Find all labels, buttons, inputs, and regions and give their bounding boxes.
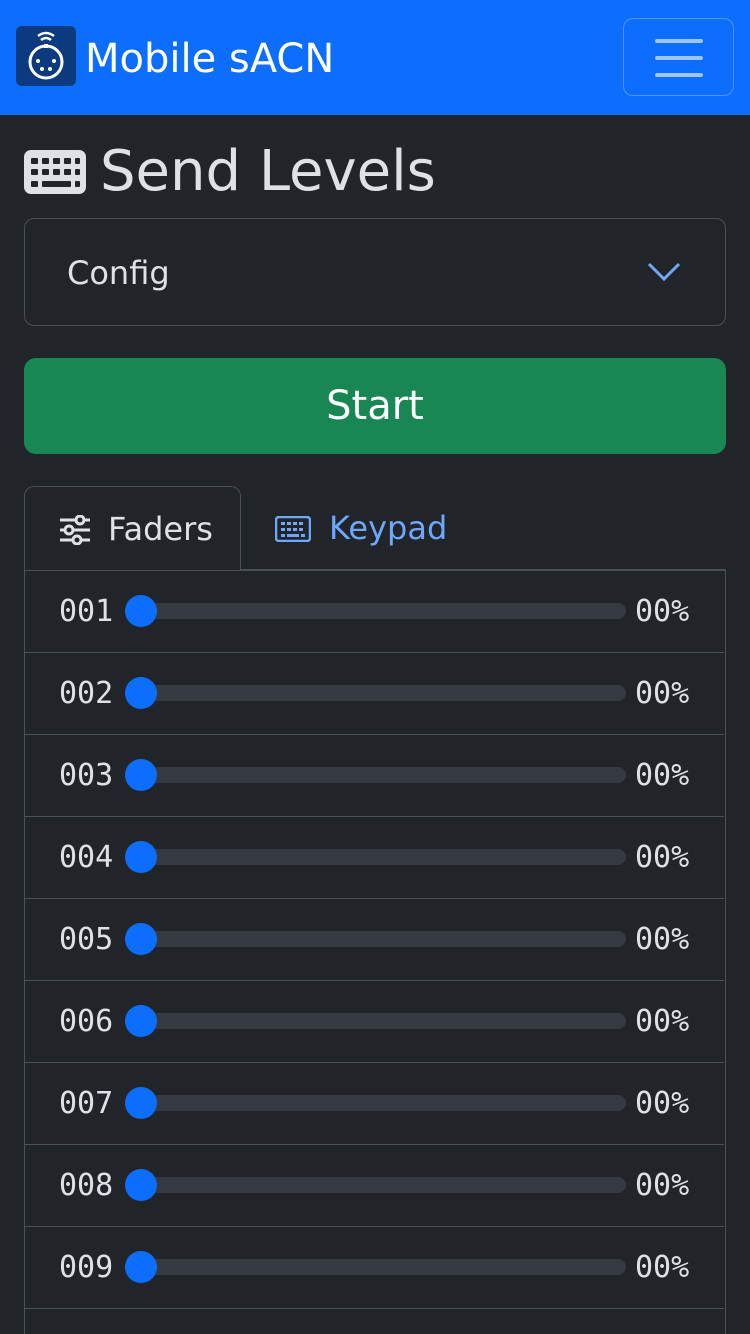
chevron-down-icon xyxy=(647,262,681,282)
fader-slider-thumb[interactable] xyxy=(125,677,157,709)
fader-slider-thumb[interactable] xyxy=(125,1251,157,1283)
sliders-icon xyxy=(60,515,90,545)
fader-value: 00% xyxy=(635,758,690,793)
fader-value: 00% xyxy=(635,594,690,629)
fader-channel: 001 xyxy=(59,594,114,629)
fader-slider-thumb[interactable] xyxy=(125,595,157,627)
hamburger-icon-bar xyxy=(655,73,703,77)
fader-value: 00% xyxy=(635,1250,690,1285)
fader-slider-track[interactable] xyxy=(125,767,626,783)
navbar-menu-button[interactable] xyxy=(623,18,734,96)
tab-bar: Faders Keypad xyxy=(24,486,726,571)
brand-title[interactable]: Mobile sACN xyxy=(85,34,334,84)
fader-row: 008 00% xyxy=(25,1145,724,1227)
fader-slider-track[interactable] xyxy=(125,849,626,865)
fader-slider-track[interactable] xyxy=(125,1013,626,1029)
fader-channel: 004 xyxy=(59,840,114,875)
hamburger-icon-bar xyxy=(655,56,703,60)
fader-slider-thumb[interactable] xyxy=(125,759,157,791)
fader-channel: 003 xyxy=(59,758,114,793)
fader-slider-track[interactable] xyxy=(125,1259,626,1275)
fader-channel: 008 xyxy=(59,1168,114,1203)
fader-row: 007 00% xyxy=(25,1063,724,1145)
config-select-value: Config xyxy=(67,254,170,292)
fader-channel: 005 xyxy=(59,922,114,957)
fader-value: 00% xyxy=(635,922,690,957)
config-select[interactable]: Config xyxy=(24,218,726,326)
fader-slider-thumb[interactable] xyxy=(125,1169,157,1201)
fader-row: 002 00% xyxy=(25,653,724,735)
fader-value: 00% xyxy=(635,840,690,875)
page-title-text: Send Levels xyxy=(100,139,436,204)
fader-slider-track[interactable] xyxy=(125,931,626,947)
fader-slider-thumb[interactable] xyxy=(125,841,157,873)
fader-row: 005 00% xyxy=(25,899,724,981)
fader-channel: 002 xyxy=(59,676,114,711)
hamburger-icon xyxy=(655,39,703,43)
navbar: Mobile sACN xyxy=(0,0,750,115)
fader-row: 009 00% xyxy=(25,1227,724,1309)
start-button[interactable]: Start xyxy=(24,358,726,454)
fader-row: 004 00% xyxy=(25,817,724,899)
fader-value: 00% xyxy=(635,1168,690,1203)
keyboard-icon xyxy=(275,516,311,542)
start-button-label: Start xyxy=(326,383,424,429)
fader-channel: 009 xyxy=(59,1250,114,1285)
fader-value: 00% xyxy=(635,1086,690,1121)
fader-value: 00% xyxy=(635,1004,690,1039)
tab-keypad[interactable]: Keypad xyxy=(241,486,471,570)
tab-keypad-label: Keypad xyxy=(329,509,448,547)
fader-slider-thumb[interactable] xyxy=(125,1087,157,1119)
fader-slider-track[interactable] xyxy=(125,1177,626,1193)
fader-value: 00% xyxy=(635,676,690,711)
fader-row: 001 00% xyxy=(25,571,724,653)
fader-list: 001 00% 002 00% 003 00% 004 00% 005 00% … xyxy=(24,570,726,1334)
fader-channel: 006 xyxy=(59,1004,114,1039)
fader-slider-track[interactable] xyxy=(125,685,626,701)
tab-faders-label: Faders xyxy=(108,510,213,548)
fader-row: 003 00% xyxy=(25,735,724,817)
page-title: Send Levels xyxy=(24,138,436,206)
fader-slider-track[interactable] xyxy=(125,1095,626,1111)
fader-slider-track[interactable] xyxy=(125,603,626,619)
fader-channel: 007 xyxy=(59,1086,114,1121)
keyboard-icon xyxy=(24,150,86,194)
fader-row: 006 00% xyxy=(25,981,724,1063)
fader-slider-thumb[interactable] xyxy=(125,1005,157,1037)
dmx-connector-logo-icon[interactable] xyxy=(16,26,76,86)
tab-faders[interactable]: Faders xyxy=(24,486,241,571)
fader-slider-thumb[interactable] xyxy=(125,923,157,955)
